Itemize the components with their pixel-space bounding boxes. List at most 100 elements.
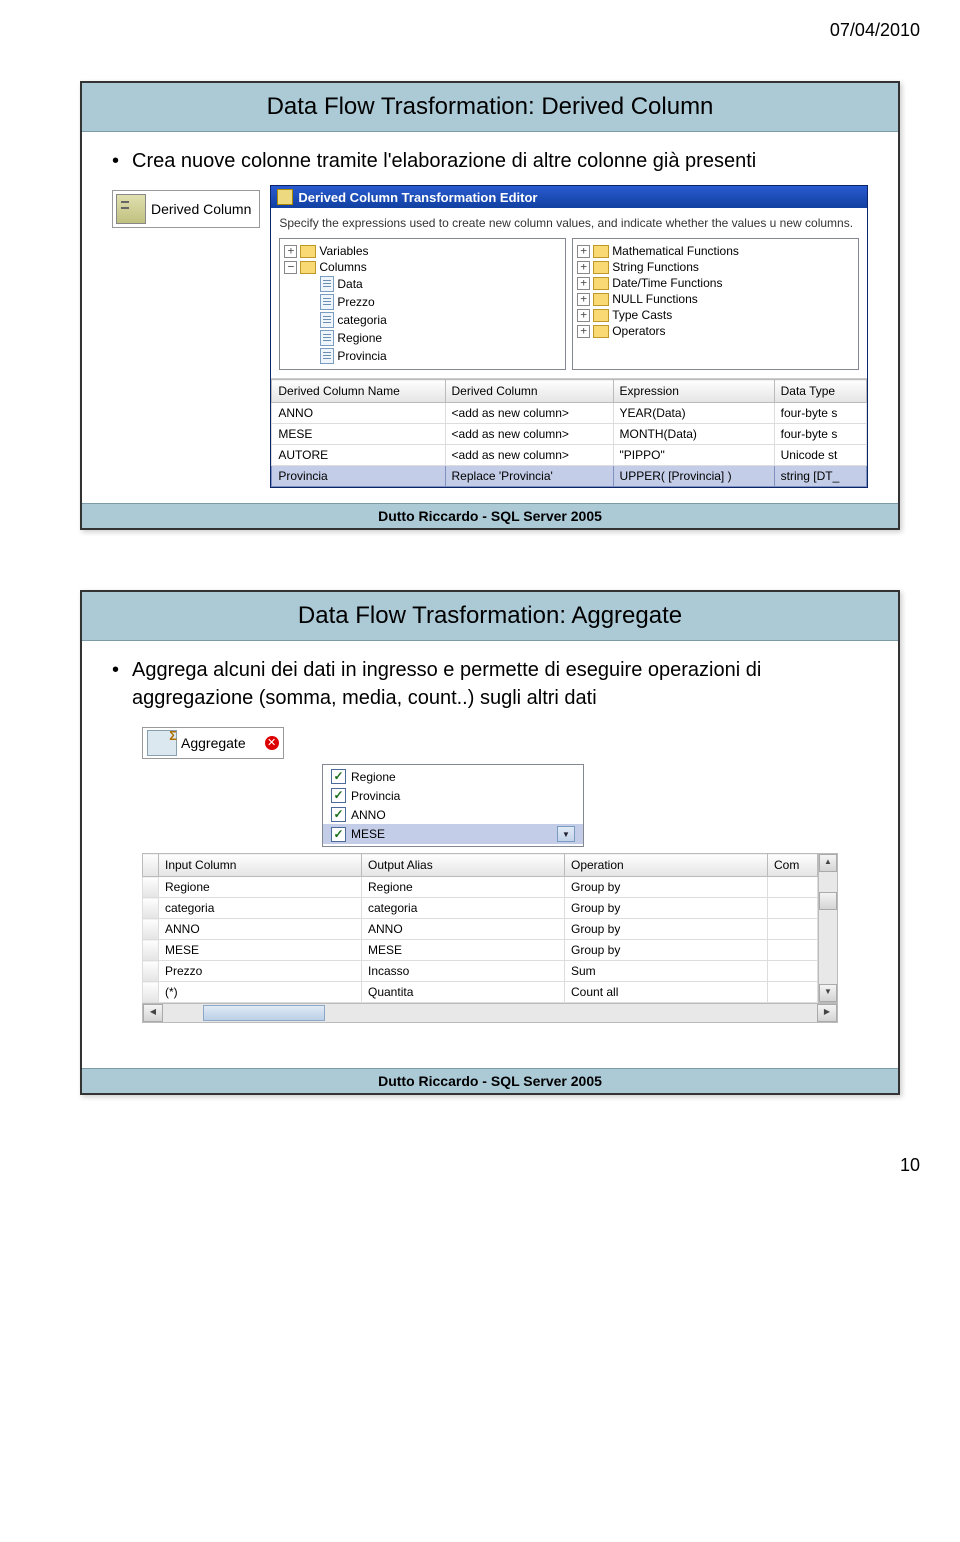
derived-column-toolbox-item[interactable]: Derived Column — [112, 190, 260, 228]
expand-icon[interactable]: + — [577, 325, 590, 338]
scroll-thumb[interactable] — [203, 1005, 325, 1021]
scroll-up-icon[interactable]: ▲ — [819, 854, 837, 872]
cell[interactable]: Quantita — [362, 982, 565, 1003]
cell[interactable]: Sum — [565, 961, 768, 982]
scroll-right-icon[interactable]: ▶ — [817, 1004, 837, 1022]
grid-row[interactable]: RegioneRegioneGroup by — [143, 877, 818, 898]
tree-leaf[interactable]: Regione — [337, 331, 382, 345]
cell[interactable]: categoria — [362, 898, 565, 919]
tree-leaf[interactable]: Prezzo — [337, 295, 374, 309]
vertical-scrollbar[interactable]: ▲ ▼ — [818, 853, 838, 1003]
checkbox-icon[interactable]: ✓ — [331, 769, 346, 784]
functions-tree[interactable]: +Mathematical Functions +String Function… — [572, 238, 859, 370]
cell[interactable]: UPPER( [Provincia] ) — [613, 466, 774, 487]
checklist-item[interactable]: ✓ANNO — [323, 805, 583, 824]
cell[interactable]: <add as new column> — [445, 424, 613, 445]
tree-node[interactable]: NULL Functions — [612, 292, 698, 306]
grid-row-selected[interactable]: Provincia Replace 'Provincia' UPPER( [Pr… — [272, 466, 867, 487]
scroll-left-icon[interactable]: ◀ — [143, 1004, 163, 1022]
expand-icon[interactable]: + — [577, 277, 590, 290]
cell[interactable]: ANNO — [159, 919, 362, 940]
tree-node[interactable]: Date/Time Functions — [612, 276, 722, 290]
cell[interactable]: YEAR(Data) — [613, 403, 774, 424]
expand-icon[interactable]: + — [577, 309, 590, 322]
columns-tree[interactable]: + Variables − Columns Data Prezzo categori… — [279, 238, 566, 370]
grid-header[interactable]: Data Type — [774, 380, 866, 403]
grid-row[interactable]: categoriacategoriaGroup by — [143, 898, 818, 919]
cell[interactable]: Provincia — [272, 466, 445, 487]
checklist-item-selected[interactable]: ✓MESE▼ — [323, 824, 583, 844]
cell[interactable]: Replace 'Provincia' — [445, 466, 613, 487]
checklist-item[interactable]: ✓Regione — [323, 767, 583, 786]
scroll-thumb[interactable] — [819, 892, 837, 910]
cell[interactable]: ANNO — [272, 403, 445, 424]
grid-header[interactable]: Derived Column Name — [272, 380, 445, 403]
tree-node-variables[interactable]: Variables — [319, 244, 368, 258]
cell[interactable]: "PIPPO" — [613, 445, 774, 466]
cell[interactable]: Incasso — [362, 961, 565, 982]
cell[interactable] — [768, 961, 818, 982]
grid-row[interactable]: ANNOANNOGroup by — [143, 919, 818, 940]
dropdown-icon[interactable]: ▼ — [557, 826, 575, 842]
grid-header[interactable]: Output Alias — [362, 854, 565, 877]
cell[interactable]: ANNO — [362, 919, 565, 940]
cell[interactable] — [768, 940, 818, 961]
expand-icon[interactable]: + — [577, 261, 590, 274]
cell[interactable]: AUTORE — [272, 445, 445, 466]
cell[interactable]: string [DT_ — [774, 466, 866, 487]
grid-header[interactable]: Operation — [565, 854, 768, 877]
grid-row[interactable]: MESEMESEGroup by — [143, 940, 818, 961]
grid-row[interactable]: (*)QuantitaCount all — [143, 982, 818, 1003]
grid-header[interactable]: Derived Column — [445, 380, 613, 403]
cell[interactable]: Regione — [159, 877, 362, 898]
expand-icon[interactable]: + — [284, 245, 297, 258]
expand-icon[interactable]: + — [577, 245, 590, 258]
tree-node[interactable]: String Functions — [612, 260, 699, 274]
aggregate-checklist[interactable]: ✓Regione ✓Provincia ✓ANNO ✓MESE▼ — [322, 764, 584, 847]
horizontal-scrollbar[interactable]: ◀ ▶ — [142, 1003, 838, 1023]
derived-column-grid[interactable]: Derived Column Name Derived Column Expre… — [271, 379, 867, 487]
expand-icon[interactable]: + — [577, 293, 590, 306]
tree-node[interactable]: Type Casts — [612, 308, 672, 322]
aggregate-grid[interactable]: Input Column Output Alias Operation Com … — [142, 853, 818, 1003]
grid-header[interactable]: Expression — [613, 380, 774, 403]
scroll-down-icon[interactable]: ▼ — [819, 984, 837, 1002]
cell[interactable]: Group by — [565, 940, 768, 961]
cell[interactable]: MONTH(Data) — [613, 424, 774, 445]
cell[interactable]: MESE — [362, 940, 565, 961]
cell[interactable] — [768, 919, 818, 940]
cell[interactable]: Unicode st — [774, 445, 866, 466]
checkbox-icon[interactable]: ✓ — [331, 788, 346, 803]
cell[interactable]: Group by — [565, 919, 768, 940]
checkbox-icon[interactable]: ✓ — [331, 807, 346, 822]
cell[interactable]: <add as new column> — [445, 403, 613, 424]
collapse-icon[interactable]: − — [284, 261, 297, 274]
cell[interactable]: four-byte s — [774, 403, 866, 424]
cell[interactable]: Group by — [565, 877, 768, 898]
aggregate-toolbox-item[interactable]: Aggregate ✕ — [142, 727, 284, 759]
cell[interactable]: MESE — [272, 424, 445, 445]
cell[interactable] — [768, 982, 818, 1003]
grid-row[interactable]: PrezzoIncassoSum — [143, 961, 818, 982]
tree-leaf[interactable]: Data — [337, 277, 362, 291]
checkbox-icon[interactable]: ✓ — [331, 827, 346, 842]
cell[interactable]: Prezzo — [159, 961, 362, 982]
cell[interactable]: four-byte s — [774, 424, 866, 445]
grid-header[interactable]: Com — [768, 854, 818, 877]
checklist-item[interactable]: ✓Provincia — [323, 786, 583, 805]
tree-node[interactable]: Operators — [612, 324, 665, 338]
grid-row[interactable]: ANNO <add as new column> YEAR(Data) four… — [272, 403, 867, 424]
tree-node-columns[interactable]: Columns — [319, 260, 366, 274]
tree-leaf[interactable]: categoria — [337, 313, 386, 327]
cell[interactable] — [768, 877, 818, 898]
cell[interactable]: Count all — [565, 982, 768, 1003]
cell[interactable]: MESE — [159, 940, 362, 961]
cell[interactable]: (*) — [159, 982, 362, 1003]
grid-header[interactable]: Input Column — [159, 854, 362, 877]
cell[interactable]: Group by — [565, 898, 768, 919]
tree-leaf[interactable]: Provincia — [337, 349, 386, 363]
cell[interactable]: <add as new column> — [445, 445, 613, 466]
cell[interactable] — [768, 898, 818, 919]
grid-row[interactable]: AUTORE <add as new column> "PIPPO" Unico… — [272, 445, 867, 466]
grid-row[interactable]: MESE <add as new column> MONTH(Data) fou… — [272, 424, 867, 445]
